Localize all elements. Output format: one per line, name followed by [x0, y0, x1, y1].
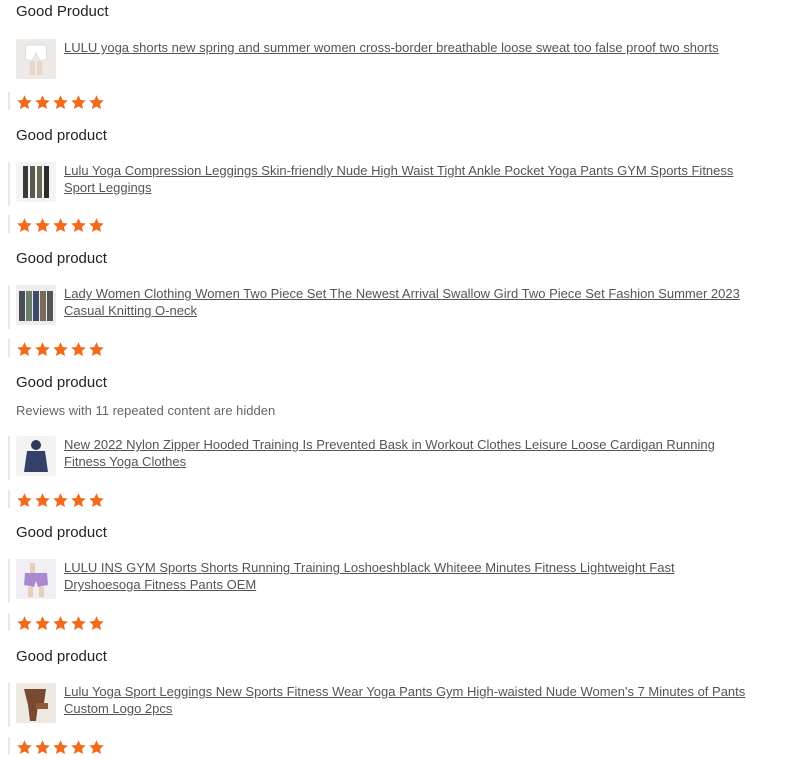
star-icon: [34, 217, 51, 237]
brown-leggings-thumbnail[interactable]: [16, 683, 56, 723]
divider: [8, 339, 10, 357]
divider: [8, 559, 10, 603]
star-icon: [88, 341, 105, 361]
star-icon: [88, 492, 105, 512]
product-row[interactable]: LULU INS GYM Sports Shorts Running Train…: [16, 559, 760, 603]
product-link[interactable]: Lulu Yoga Compression Leggings Skin-frie…: [64, 162, 754, 196]
star-icon: [52, 492, 69, 512]
star-icon: [52, 615, 69, 635]
divider: [8, 490, 10, 508]
divider: [8, 285, 10, 329]
product-link[interactable]: LULU INS GYM Sports Shorts Running Train…: [64, 559, 754, 593]
product-link[interactable]: Lulu Yoga Sport Leggings New Sports Fitn…: [64, 683, 754, 717]
white-shorts-thumbnail[interactable]: [16, 39, 56, 79]
star-icon: [16, 492, 33, 512]
product-link[interactable]: Lady Women Clothing Women Two Piece Set …: [64, 285, 754, 319]
divider: [8, 215, 10, 233]
purple-shorts-thumbnail[interactable]: [16, 559, 56, 599]
star-icon: [88, 94, 105, 114]
star-icon: [34, 615, 51, 635]
divider: [8, 737, 10, 755]
star-icon: [70, 615, 87, 635]
star-icon: [34, 739, 51, 759]
product-link[interactable]: New 2022 Nylon Zipper Hooded Training Is…: [64, 436, 754, 470]
divider: [8, 162, 10, 206]
star-icon: [52, 739, 69, 759]
product-row[interactable]: Lady Women Clothing Women Two Piece Set …: [16, 285, 760, 329]
two-piece-set-thumbnail[interactable]: [16, 285, 56, 325]
star-icon: [88, 217, 105, 237]
product-row[interactable]: Lulu Yoga Compression Leggings Skin-frie…: [16, 162, 760, 206]
star-rating: [16, 94, 105, 114]
star-icon: [16, 217, 33, 237]
divider: [8, 683, 10, 727]
product-link[interactable]: LULU yoga shorts new spring and summer w…: [64, 39, 754, 56]
divider: [8, 436, 10, 480]
star-icon: [52, 217, 69, 237]
review-text: Good product: [16, 374, 107, 391]
product-row[interactable]: LULU yoga shorts new spring and summer w…: [16, 39, 760, 83]
star-icon: [34, 341, 51, 361]
star-rating: [16, 341, 105, 361]
star-icon: [70, 217, 87, 237]
star-rating: [16, 492, 105, 512]
star-rating: [16, 739, 105, 759]
star-icon: [70, 94, 87, 114]
star-icon: [16, 341, 33, 361]
star-icon: [16, 615, 33, 635]
star-icon: [16, 739, 33, 759]
star-icon: [88, 739, 105, 759]
review-text: Good Product: [16, 3, 109, 20]
star-icon: [52, 94, 69, 114]
review-text: Good product: [16, 250, 107, 267]
divider: [8, 613, 10, 631]
star-icon: [34, 492, 51, 512]
star-icon: [70, 341, 87, 361]
review-text: Good product: [16, 524, 107, 541]
star-icon: [70, 492, 87, 512]
divider: [8, 92, 10, 110]
star-icon: [70, 739, 87, 759]
hidden-reviews-note: Reviews with 11 repeated content are hid…: [16, 403, 276, 418]
leggings-thumbnail[interactable]: [16, 162, 56, 202]
star-rating: [16, 615, 105, 635]
hooded-jacket-thumbnail[interactable]: [16, 436, 56, 476]
review-text: Good product: [16, 648, 107, 665]
product-row[interactable]: New 2022 Nylon Zipper Hooded Training Is…: [16, 436, 760, 480]
product-row[interactable]: Lulu Yoga Sport Leggings New Sports Fitn…: [16, 683, 760, 727]
star-icon: [16, 94, 33, 114]
star-rating: [16, 217, 105, 237]
star-icon: [34, 94, 51, 114]
star-icon: [52, 341, 69, 361]
review-text: Good product: [16, 127, 107, 144]
star-icon: [88, 615, 105, 635]
